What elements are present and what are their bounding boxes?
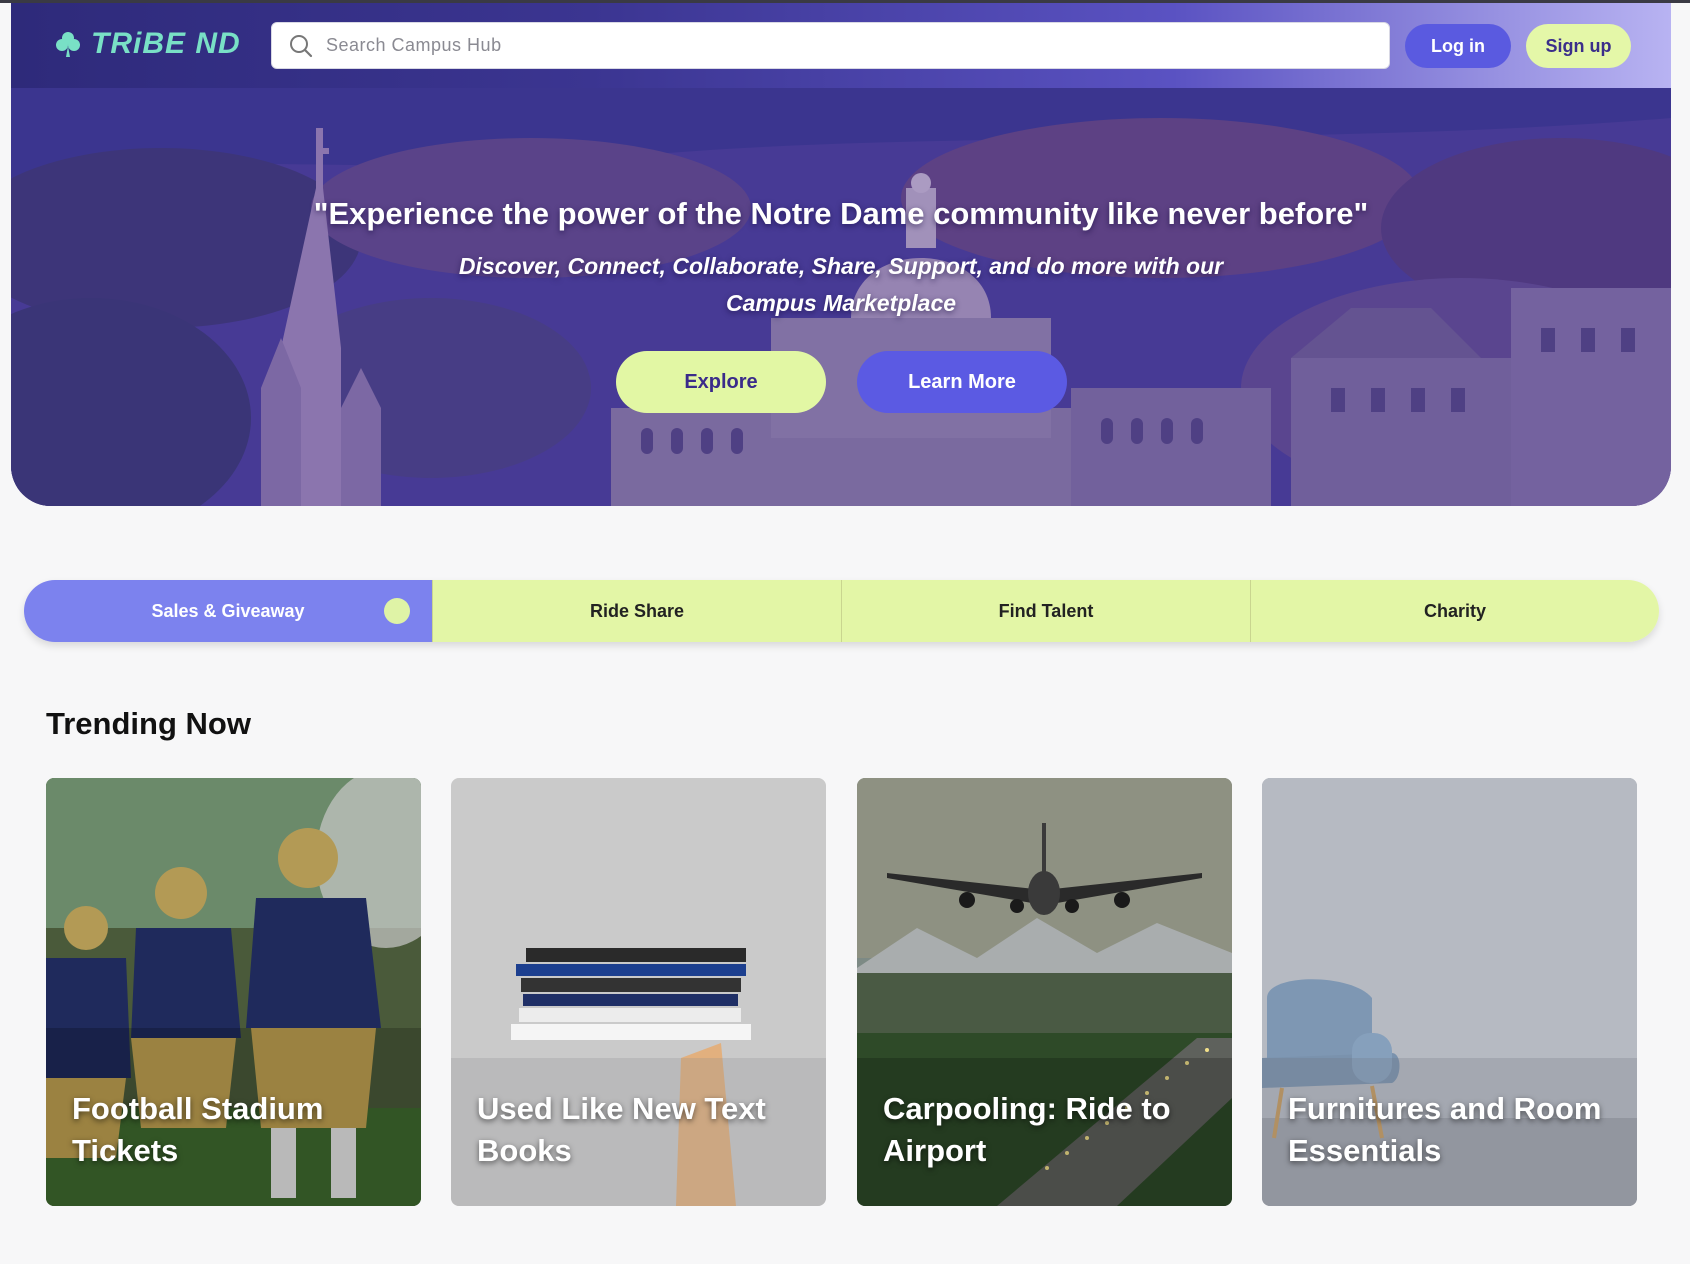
tab-label: Ride Share — [589, 600, 685, 621]
card-title: Used Like New Text Books — [477, 1091, 766, 1168]
search-icon — [290, 34, 313, 57]
card-title: Football Stadium Tickets — [72, 1091, 324, 1168]
tab-label: Sales & Giveaway — [151, 600, 305, 621]
signup-button[interactable]: Sign up — [1526, 24, 1631, 68]
trending-card-carpooling[interactable]: Carpooling: Ride to Airport — [857, 778, 1232, 1206]
active-indicator-dot — [384, 598, 410, 624]
login-button[interactable]: Log in — [1405, 24, 1511, 68]
explore-button[interactable]: Explore — [616, 351, 826, 413]
hero-title: "Experience the power of the Notre Dame … — [313, 196, 1369, 231]
card-title: Carpooling: Ride to Airport — [883, 1091, 1171, 1168]
hero-subtitle: Discover, Connect, Collaborate, Share, S… — [458, 253, 1224, 316]
trending-card-textbooks[interactable]: Used Like New Text Books — [451, 778, 826, 1206]
trending-card-football-tickets[interactable]: Football Stadium Tickets — [46, 778, 421, 1206]
tab-label: Find Talent — [998, 600, 1094, 621]
trending-card-furniture[interactable]: Furnitures and Room Essentials — [1262, 778, 1637, 1206]
learn-more-button[interactable]: Learn More — [857, 351, 1067, 413]
card-title: Furnitures and Room Essentials — [1288, 1091, 1602, 1168]
search-bar[interactable] — [271, 22, 1390, 69]
search-input[interactable] — [326, 35, 1326, 56]
hero-banner: "Experience the power of the Notre Dame … — [11, 88, 1671, 506]
top-navbar: TRiBE ND Log in Sign up — [11, 3, 1671, 88]
category-tabs: Sales & Giveaway Ride Share Find Talent … — [24, 580, 1659, 642]
tab-charity[interactable]: Charity — [1250, 580, 1659, 642]
tab-find-talent[interactable]: Find Talent — [841, 580, 1250, 642]
shamrock-icon — [56, 32, 80, 57]
tab-ride-share[interactable]: Ride Share — [432, 580, 841, 642]
tab-sales-giveaway[interactable]: Sales & Giveaway — [24, 580, 432, 642]
brand-name: TRiBE ND — [91, 27, 241, 60]
trending-heading: Trending Now — [46, 706, 251, 741]
brand-logo[interactable]: TRiBE ND — [53, 27, 241, 61]
tab-label: Charity — [1423, 600, 1486, 621]
